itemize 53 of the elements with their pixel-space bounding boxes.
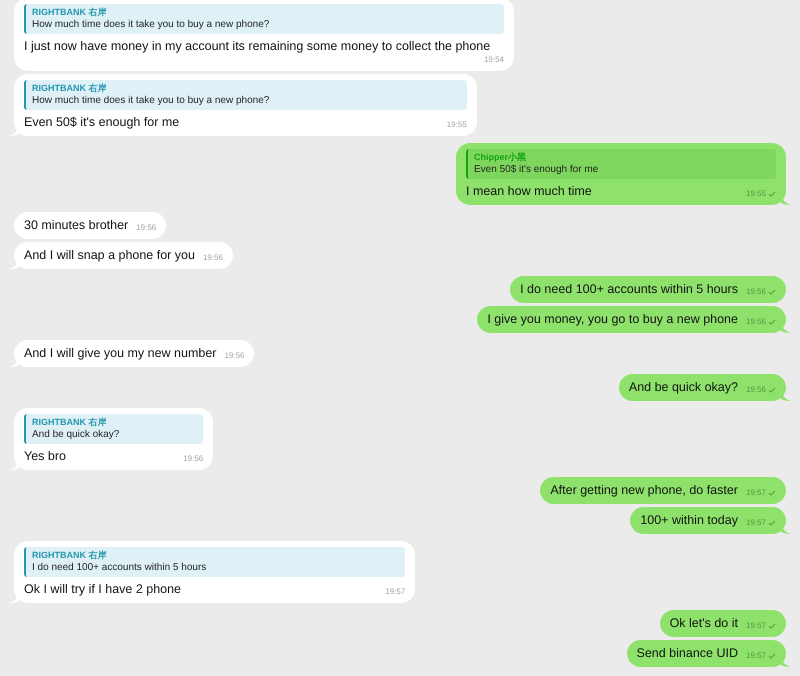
- check-icon: [768, 623, 776, 629]
- message-text: And I will snap a phone for you: [24, 247, 195, 264]
- message-time: 19:56: [224, 351, 244, 361]
- message-time: 19:55: [446, 120, 467, 130]
- message-time: 19:54: [484, 55, 504, 65]
- check-icon: [768, 319, 776, 325]
- reply-text: Even 50$ it's enough for me: [474, 163, 600, 176]
- message-text: And I will give you my new number: [24, 345, 216, 362]
- message-time: 19:57: [746, 651, 766, 661]
- check-icon: [768, 520, 776, 526]
- message-text: Send binance UID: [636, 645, 738, 662]
- message-text: I do need 100+ accounts within 5 hours: [520, 281, 738, 298]
- message-text: I just now have money in my account its remaining some money to collect the phone: [24, 38, 490, 55]
- quoted-reply[interactable]: RIGHTBANK 右岸 How much time does it take you to buy a new phone?: [24, 4, 504, 34]
- quoted-reply[interactable]: RIGHTBANK 右岸 And be quick okay?: [24, 414, 204, 444]
- reply-author: Chipper小黑: [474, 151, 528, 163]
- message-time: 19:56: [136, 223, 156, 233]
- quoted-reply[interactable]: RIGHTBANK 右岸 I do need 100+ accounts within 5 hours: [24, 547, 406, 577]
- reply-author: RIGHTBANK 右岸: [32, 416, 108, 428]
- message-time: 19:57: [385, 587, 406, 597]
- message-text: I give you money, you go to buy a new phone: [487, 311, 738, 328]
- check-icon: [768, 387, 776, 393]
- reply-text: How much time does it take you to buy a new phone?: [32, 94, 270, 107]
- message-time: 19:56: [746, 287, 766, 297]
- reply-author: RIGHTBANK 右岸: [32, 6, 108, 18]
- check-icon: [768, 490, 776, 496]
- message-time: 19:55: [746, 189, 766, 199]
- message-text: Ok I will try if I have 2 phone: [24, 581, 182, 598]
- message-text: Ok let's do it: [670, 615, 738, 632]
- message-text: 30 minutes brother: [24, 217, 128, 234]
- message-text: 100+ within today: [640, 512, 738, 529]
- reply-text: And be quick okay?: [32, 428, 120, 441]
- message-time: 19:57: [746, 488, 766, 498]
- message-text: I mean how much time: [466, 183, 592, 200]
- check-icon: [768, 289, 776, 295]
- quoted-reply[interactable]: Chipper小黑 Even 50$ it's enough for me: [466, 149, 776, 179]
- message-text: After getting new phone, do faster: [550, 482, 738, 499]
- message-time: 19:57: [746, 621, 766, 631]
- message-time: 19:56: [746, 385, 766, 395]
- message-time: 19:56: [202, 253, 223, 263]
- message-text: Yes bro: [24, 448, 66, 465]
- message-text: Even 50$ it's enough for me: [24, 114, 180, 131]
- check-icon: [768, 653, 776, 659]
- reply-author: RIGHTBANK 右岸: [32, 82, 108, 94]
- message-time: 19:57: [746, 518, 766, 528]
- message-text: And be quick okay?: [628, 379, 738, 396]
- reply-text: I do need 100+ accounts within 5 hours: [32, 561, 208, 574]
- quoted-reply[interactable]: RIGHTBANK 右岸 How much time does it take you to buy a new phone?: [24, 80, 467, 110]
- reply-text: How much time does it take you to buy a new phone?: [32, 18, 270, 31]
- check-icon: [768, 191, 776, 197]
- message-time: 19:56: [746, 317, 766, 327]
- reply-author: RIGHTBANK 右岸: [32, 549, 108, 561]
- message-time: 19:56: [183, 454, 204, 464]
